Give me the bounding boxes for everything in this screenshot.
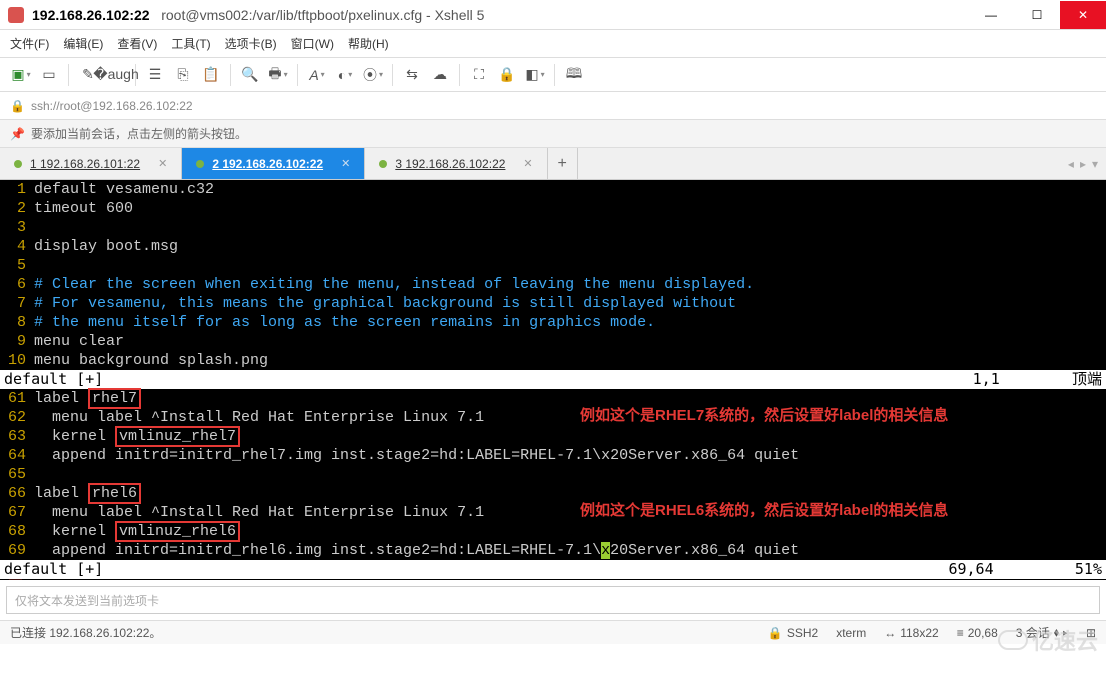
maximize-button[interactable]: ☐: [1014, 1, 1060, 29]
tab-menu-icon[interactable]: ▾: [1092, 157, 1098, 171]
title-path: root@vms002:/var/lib/tftpboot/pxelinux.c…: [161, 7, 484, 23]
minimize-button[interactable]: —: [968, 1, 1014, 29]
properties-icon[interactable]: ☰: [142, 62, 168, 88]
help-icon[interactable]: 🕮: [561, 62, 587, 88]
watermark: 亿速云: [998, 624, 1098, 656]
terminal[interactable]: 1default vesamenu.c322timeout 60034displ…: [0, 180, 1106, 580]
annotation-rhel7: 例如这个是RHEL7系统的，然后设置好label的相关信息: [580, 406, 948, 425]
tab-close-icon[interactable]: ✕: [341, 157, 350, 170]
close-button[interactable]: ✕: [1060, 1, 1106, 29]
titlebar: 192.168.26.102:22 root@vms002:/var/lib/t…: [0, 0, 1106, 30]
tab-add-button[interactable]: +: [548, 148, 578, 179]
tab-2[interactable]: 2 192.168.26.102:22 ✕: [182, 148, 365, 179]
status-term: xterm: [836, 626, 866, 640]
menu-file[interactable]: 文件(F): [10, 35, 49, 52]
status-connection: 已连接 192.168.26.102:22。: [10, 624, 161, 641]
lock-icon[interactable]: 🔒: [494, 62, 520, 88]
tab-next-icon[interactable]: ▸: [1080, 157, 1086, 171]
status-proto: 🔒 SSH2: [768, 626, 818, 640]
copy-icon[interactable]: ⎘: [170, 62, 196, 88]
tab-label: 3 192.168.26.102:22: [395, 157, 505, 171]
tab-strip: 1 192.168.26.101:22 ✕ 2 192.168.26.102:2…: [0, 148, 1106, 180]
status-size: ↔ 118x22: [884, 626, 938, 640]
tab-close-icon[interactable]: ✕: [158, 157, 167, 170]
search-icon[interactable]: 🔍: [237, 62, 263, 88]
tab-close-icon[interactable]: ✕: [523, 157, 532, 170]
transparency-icon[interactable]: ◧▾: [522, 62, 548, 88]
status-dot-icon: [14, 160, 22, 168]
sftp-icon[interactable]: ☁: [427, 62, 453, 88]
lock-small-icon: 🔒: [10, 99, 25, 113]
menubar: 文件(F) 编辑(E) 查看(V) 工具(T) 选项卡(B) 窗口(W) 帮助(…: [0, 30, 1106, 58]
compose-input[interactable]: 仅将文本发送到当前选项卡: [6, 586, 1100, 614]
address-url: ssh://root@192.168.26.102:22: [31, 99, 193, 113]
tab-prev-icon[interactable]: ◂: [1068, 157, 1074, 171]
menu-edit[interactable]: 编辑(E): [63, 35, 103, 52]
encoding-icon[interactable]: ⦿▾: [360, 62, 386, 88]
tab-label: 1 192.168.26.101:22: [30, 157, 140, 171]
cloud-icon: [998, 630, 1028, 650]
status-dot-icon: [196, 160, 204, 168]
fullscreen-icon[interactable]: ⛶: [466, 62, 492, 88]
paste-icon[interactable]: 📋: [198, 62, 224, 88]
tab-label: 2 192.168.26.102:22: [212, 157, 323, 171]
new-session-icon[interactable]: ▣▾: [8, 62, 34, 88]
window-title: 192.168.26.102:22 root@vms002:/var/lib/t…: [32, 7, 968, 23]
print-icon[interactable]: 🖶▾: [265, 62, 291, 88]
tipbar: 📌 要添加当前会话，点击左侧的箭头按钮。: [0, 120, 1106, 148]
tip-text: 要添加当前会话，点击左侧的箭头按钮。: [31, 125, 247, 142]
color-icon[interactable]: ◐▾: [332, 62, 358, 88]
menu-window[interactable]: 窗口(W): [291, 35, 334, 52]
title-host: 192.168.26.102:22: [32, 7, 150, 23]
menu-tools[interactable]: 工具(T): [171, 35, 210, 52]
menu-view[interactable]: 查看(V): [117, 35, 157, 52]
app-icon: [8, 7, 24, 23]
menu-help[interactable]: 帮助(H): [348, 35, 389, 52]
compose-placeholder: 仅将文本发送到当前选项卡: [15, 592, 159, 609]
open-icon[interactable]: ▭: [36, 62, 62, 88]
tab-1[interactable]: 1 192.168.26.101:22 ✕: [0, 148, 182, 179]
menu-tabs[interactable]: 选项卡(B): [225, 35, 277, 52]
window-buttons: — ☐ ✕: [968, 1, 1106, 29]
tab-nav: ◂ ▸ ▾: [1060, 148, 1106, 179]
status-dot-icon: [379, 160, 387, 168]
toolbar: ▣▾ ▭ ✎ �augh ☰ ⎘ 📋 🔍 🖶▾ A▾ ◐▾ ⦿▾ ⇆ ☁ ⛶ 🔒…: [0, 58, 1106, 92]
font-icon[interactable]: A▾: [304, 62, 330, 88]
annotation-rhel6: 例如这个是RHEL6系统的，然后设置好label的相关信息: [580, 501, 948, 520]
pin-icon[interactable]: 📌: [10, 127, 25, 141]
disconnect-icon[interactable]: �augh: [103, 62, 129, 88]
addressbar[interactable]: 🔒 ssh://root@192.168.26.102:22: [0, 92, 1106, 120]
statusbar: 已连接 192.168.26.102:22。 🔒 SSH2 xterm ↔ 11…: [0, 620, 1106, 644]
tunneling-icon[interactable]: ⇆: [399, 62, 425, 88]
figure-label: 图1-20: [0, 579, 59, 580]
status-rc: ≡ 20,68: [957, 626, 998, 640]
tab-3[interactable]: 3 192.168.26.102:22 ✕: [365, 148, 547, 179]
